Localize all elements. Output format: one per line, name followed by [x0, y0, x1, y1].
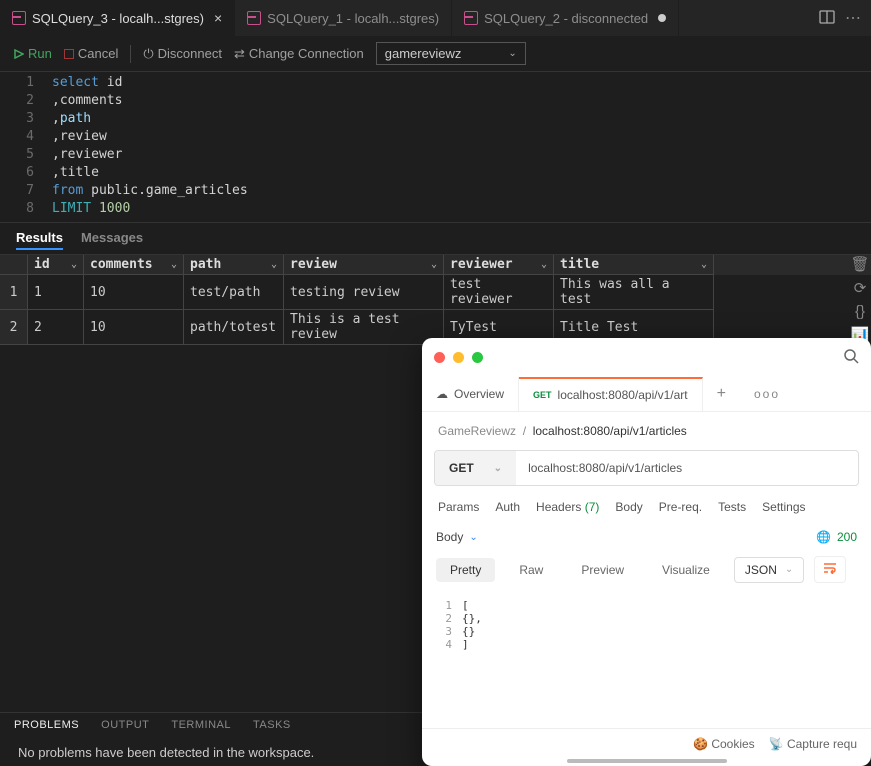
messages-tab[interactable]: Messages	[81, 227, 143, 250]
tab-label: SQLQuery_1 - localh...stgres)	[267, 11, 439, 26]
sql-file-icon	[247, 11, 261, 25]
terminal-tab[interactable]: TERMINAL	[171, 719, 231, 733]
pm-method-select[interactable]: GET ⌄	[435, 451, 516, 485]
results-grid[interactable]: id⌄comments⌄path⌄review⌄reviewer⌄title⌄1…	[0, 255, 871, 345]
pm-prereq-tab[interactable]: Pre-req.	[659, 500, 702, 514]
line-gutter: 12345678	[0, 74, 52, 220]
pm-url-bar: GET ⌄ localhost:8080/api/v1/articles	[434, 450, 859, 486]
pm-breadcrumb: GameReviewz / localhost:8080/api/v1/arti…	[422, 412, 871, 450]
split-editor-icon[interactable]	[819, 9, 835, 28]
sql-editor[interactable]: 12345678 select id,comments,path,review,…	[0, 72, 871, 222]
pm-body-dropdown[interactable]: Body ⌄	[436, 530, 478, 544]
pm-titlebar	[422, 338, 871, 377]
pm-response-body[interactable]: 1234 [ {}, {}]	[422, 593, 871, 657]
pm-request-tabs: Params Auth Headers (7) Body Pre-req. Te…	[422, 486, 871, 528]
pm-auth-tab[interactable]: Auth	[495, 500, 520, 514]
pm-status: 🌐 200	[816, 530, 857, 544]
problems-tab[interactable]: PROBLEMS	[14, 719, 79, 733]
pm-more-tab[interactable]: ooo	[740, 377, 794, 411]
refresh-icon[interactable]: ⟳	[854, 279, 867, 297]
pm-new-tab[interactable]: +	[703, 377, 740, 411]
disconnect-button[interactable]: ⏻ Disconnect	[143, 46, 222, 62]
pm-settings-tab[interactable]: Settings	[762, 500, 805, 514]
run-button[interactable]: Run	[14, 46, 52, 61]
pm-scrollbar[interactable]	[567, 759, 727, 763]
pm-format-select[interactable]: JSON⌄	[734, 557, 804, 583]
pm-pretty-button[interactable]: Pretty	[436, 558, 495, 582]
sql-toolbar: Run Cancel ⏻ Disconnect ⇄ Change Connect…	[0, 36, 871, 72]
traffic-min-icon[interactable]	[453, 352, 464, 363]
pm-headers-tab[interactable]: Headers (7)	[536, 500, 599, 514]
pm-tests-tab[interactable]: Tests	[718, 500, 746, 514]
plus-icon: +	[717, 385, 726, 403]
editor-tab-bar: SQLQuery_3 - localh...stgres) × SQLQuery…	[0, 0, 871, 36]
pm-response-tools: Pretty Raw Preview Visualize JSON⌄	[422, 546, 871, 593]
chevron-down-icon: ⌄	[494, 463, 502, 474]
postman-window: ☁ Overview GET localhost:8080/api/v1/art…	[422, 338, 871, 766]
pm-request-tab[interactable]: GET localhost:8080/api/v1/art	[519, 377, 703, 411]
cancel-button[interactable]: Cancel	[64, 46, 118, 61]
search-icon[interactable]	[843, 348, 859, 367]
swap-icon: ⇄	[234, 46, 245, 62]
pm-overview-tab[interactable]: ☁ Overview	[422, 377, 519, 411]
database-select[interactable]: gamereviewz ⌄	[376, 42, 526, 65]
globe-icon: 🌐	[816, 530, 831, 544]
sql-file-icon	[12, 11, 26, 25]
pm-body-tab[interactable]: Body	[615, 500, 642, 514]
disconnect-icon: ⏻	[143, 46, 153, 62]
pm-tabbar: ☁ Overview GET localhost:8080/api/v1/art…	[422, 377, 871, 412]
change-connection-button[interactable]: ⇄ Change Connection	[234, 46, 364, 62]
tab-sqlquery1[interactable]: SQLQuery_1 - localh...stgres)	[235, 0, 452, 36]
pm-params-tab[interactable]: Params	[438, 500, 479, 514]
code-area[interactable]: select id,comments,path,review,reviewer,…	[52, 74, 871, 220]
tab-sqlquery3[interactable]: SQLQuery_3 - localh...stgres) ×	[0, 0, 235, 36]
overview-icon: ☁	[436, 387, 448, 401]
pm-raw-button[interactable]: Raw	[505, 558, 557, 582]
tab-label: SQLQuery_3 - localh...stgres)	[32, 11, 204, 26]
pm-wrap-toggle[interactable]	[814, 556, 846, 583]
tab-label: SQLQuery_2 - disconnected	[484, 11, 648, 26]
trash-icon[interactable]: 🗑	[850, 255, 869, 273]
stop-icon	[64, 49, 74, 59]
pm-preview-button[interactable]: Preview	[567, 558, 638, 582]
more-icon[interactable]: ⋯	[845, 8, 861, 28]
chevron-down-icon: ⌄	[785, 564, 793, 575]
more-icon: ooo	[754, 387, 780, 401]
sql-file-icon	[464, 11, 478, 25]
tab-sqlquery2[interactable]: SQLQuery_2 - disconnected	[452, 0, 679, 36]
dirty-indicator-icon	[658, 14, 666, 22]
results-sidebar: 🗑 ⟳ {} 📊	[849, 255, 871, 344]
export-icon[interactable]: {}	[855, 303, 865, 320]
pm-capture-button[interactable]: 📡 Capture requ	[769, 737, 857, 751]
results-tab[interactable]: Results	[16, 227, 63, 250]
traffic-close-icon[interactable]	[434, 352, 445, 363]
chevron-down-icon: ⌄	[469, 532, 477, 543]
results-tabbar: Results Messages	[0, 222, 871, 255]
output-tab[interactable]: OUTPUT	[101, 719, 149, 733]
pm-url-input[interactable]: localhost:8080/api/v1/articles	[516, 451, 858, 485]
close-icon[interactable]: ×	[214, 10, 222, 26]
pm-cookies-button[interactable]: 🍪 Cookies	[693, 737, 755, 751]
chevron-down-icon: ⌄	[508, 48, 516, 59]
pm-visualize-button[interactable]: Visualize	[648, 558, 724, 582]
traffic-max-icon[interactable]	[472, 352, 483, 363]
tabbar-actions: ⋯	[819, 0, 871, 36]
tasks-tab[interactable]: TASKS	[253, 719, 291, 733]
pm-footer: 🍪 Cookies 📡 Capture requ	[422, 728, 871, 759]
pm-response-bar: Body ⌄ 🌐 200	[422, 528, 871, 546]
